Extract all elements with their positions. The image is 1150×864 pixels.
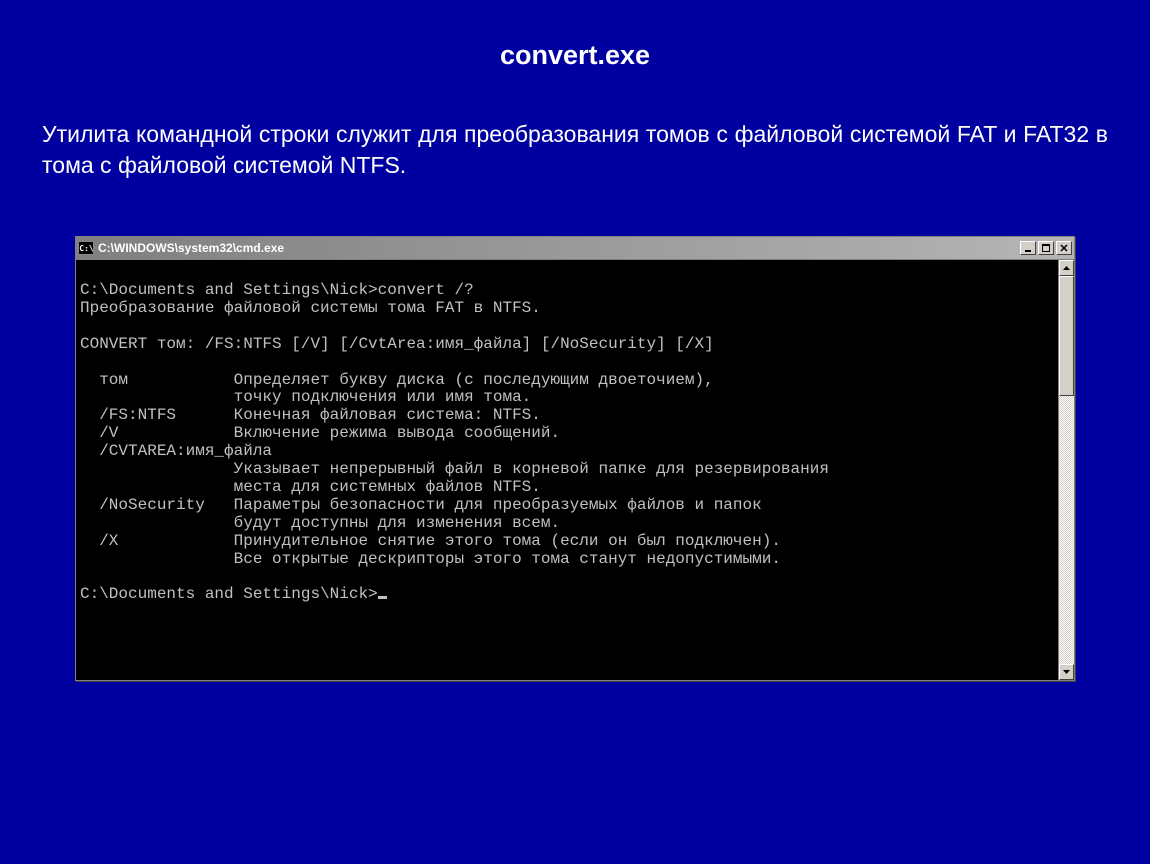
cmd-icon: C:\ — [78, 241, 94, 255]
cmd-window: C:\ C:\WINDOWS\system32\cmd.exe C:\Docum… — [75, 236, 1075, 681]
slide-title: convert.exe — [30, 40, 1120, 71]
minimize-button[interactable] — [1020, 241, 1036, 255]
scroll-up-button[interactable] — [1059, 260, 1074, 276]
window-titlebar[interactable]: C:\ C:\WINDOWS\system32\cmd.exe — [76, 237, 1074, 259]
slide-description: Утилита командной строки служит для прео… — [42, 119, 1108, 181]
scroll-thumb[interactable] — [1059, 276, 1074, 396]
cursor-icon — [378, 596, 387, 599]
window-title: C:\WINDOWS\system32\cmd.exe — [98, 241, 1020, 255]
terminal-output[interactable]: C:\Documents and Settings\Nick>convert /… — [76, 260, 1058, 680]
terminal-body: C:\Documents and Settings\Nick>convert /… — [76, 259, 1074, 680]
window-controls — [1020, 241, 1072, 255]
scroll-track[interactable] — [1059, 276, 1074, 664]
scroll-down-button[interactable] — [1059, 664, 1074, 680]
maximize-button[interactable] — [1038, 241, 1054, 255]
close-button[interactable] — [1056, 241, 1072, 255]
slide: convert.exe Утилита командной строки слу… — [0, 0, 1150, 864]
vertical-scrollbar[interactable] — [1058, 260, 1074, 680]
